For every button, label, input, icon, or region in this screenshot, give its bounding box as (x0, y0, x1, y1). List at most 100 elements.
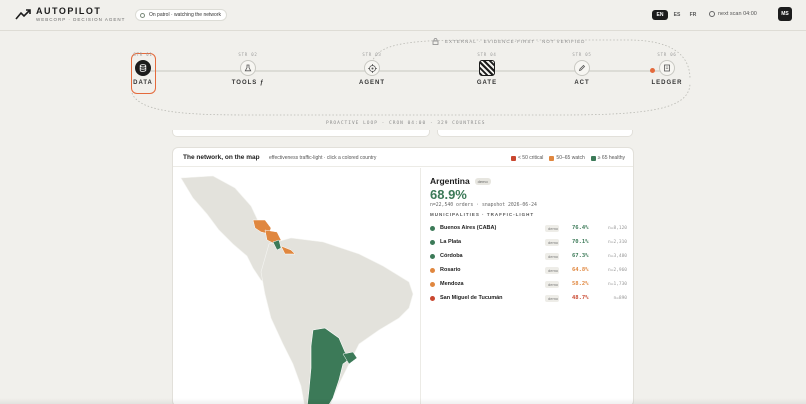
legend-healthy: ≥ 65 healthy (590, 155, 625, 161)
status-dot (430, 225, 435, 231)
step-data[interactable]: STR 01 DATA (121, 52, 165, 86)
status-dot (430, 239, 435, 245)
step-label: ACT (574, 80, 590, 86)
demo-tag: demo (545, 280, 559, 288)
proactive-loop-label: PROACTIVE LOOP · CRON 04:00 · 329 COUNTR… (326, 121, 486, 126)
card-title: The network, on the map (183, 154, 260, 161)
step-label: AGENT (359, 80, 385, 86)
brand-title: AUTOPILOT (36, 6, 102, 16)
legend-swatch (549, 155, 555, 161)
panel-divider (420, 168, 421, 404)
clock-icon (709, 11, 715, 17)
next-scan-text: next scan 04:00 (718, 11, 757, 17)
map-legend: < 50 critical 50–65 watch ≥ 65 healthy (510, 155, 625, 161)
municipality-pct: 58.2% (572, 281, 589, 287)
patrol-status-text: On patrol · watching the network (149, 12, 221, 18)
step-code: STR 02 (238, 52, 258, 57)
municipality-name: Mendoza (440, 281, 464, 287)
database-icon (135, 60, 151, 76)
collapsed-panel-left[interactable] (172, 130, 430, 137)
demo-tag: demo (545, 294, 559, 302)
municipality-pct: 48.7% (572, 295, 589, 301)
demo-tag: demo (545, 238, 559, 246)
logo-icon (15, 9, 31, 20)
network-map-card: The network, on the map effectiveness tr… (172, 147, 634, 404)
municipality-count: n=8,120 (608, 225, 627, 231)
legend-label: ≥ 65 healthy (597, 155, 625, 161)
municipality-count: n=2,960 (608, 267, 627, 273)
step-label: GATE (476, 80, 498, 86)
app-header: AUTOPILOT WEBCORP · DECISION AGENT On pa… (0, 0, 806, 30)
legend-watch: 50–65 watch (549, 155, 585, 161)
municipality-count: n=3,480 (608, 253, 627, 259)
lang-fr-button[interactable]: FR (686, 10, 700, 20)
country-meta: n=22,540 orders · snapshot 2026-06-24 (430, 203, 537, 208)
demo-tag: demo (545, 224, 559, 232)
municipality-name: Buenos Aires (CABA) (440, 225, 497, 231)
brand-subtitle: WEBCORP · DECISION AGENT (36, 17, 126, 22)
step-label: TOOLS ƒ (231, 80, 265, 86)
country-effectiveness: 68.9% (430, 187, 467, 202)
step-code: STR 04 (477, 52, 497, 57)
municipality-name: Córdoba (440, 253, 463, 259)
country-name: Argentina (430, 176, 470, 186)
user-avatar[interactable]: MS (778, 7, 792, 21)
step-code: STR 01 (133, 52, 153, 57)
municipality-row[interactable]: Mendoza demo 58.2% n=1,730 (430, 277, 630, 291)
municipality-pct: 67.3% (572, 253, 589, 259)
striped-gate-icon (479, 60, 495, 76)
municipality-row[interactable]: La Plata demo 70.1% n=2,310 (430, 235, 630, 249)
municipality-name: Rosario (440, 267, 461, 273)
patrol-status-pill[interactable]: On patrol · watching the network (135, 9, 227, 21)
step-gate[interactable]: STR 04 GATE (465, 52, 509, 86)
step-code: STR 06 (657, 52, 677, 57)
municipality-count: n=1,730 (608, 281, 627, 287)
next-scan: next scan 04:00 (709, 11, 757, 17)
municipality-pct: 64.8% (572, 267, 589, 273)
status-dot-icon (140, 12, 145, 18)
step-ledger[interactable]: STR 06 LEDGER (645, 52, 689, 86)
municipality-row[interactable]: Buenos Aires (CABA) demo 76.4% n=8,120 (430, 221, 630, 235)
step-agent[interactable]: STR 03 AGENT (350, 52, 394, 86)
step-act[interactable]: STR 05 ACT (560, 52, 604, 86)
americas-map (180, 175, 414, 404)
status-dot (430, 253, 435, 259)
external-label-text: EXTERNAL · EVIDENCE-FIRST · NOT VERIFIED (445, 39, 586, 44)
bottom-fade (0, 398, 806, 404)
demo-tag: demo (474, 177, 491, 185)
municipality-row[interactable]: Córdoba demo 67.3% n=3,480 (430, 249, 630, 263)
demo-tag: demo (545, 266, 559, 274)
legend-label: 50–65 watch (556, 155, 585, 161)
step-code: STR 05 (572, 52, 592, 57)
scroll-icon (659, 60, 675, 76)
card-header: The network, on the map effectiveness tr… (173, 148, 633, 167)
step-label: DATA (133, 80, 153, 86)
pen-icon (574, 60, 590, 76)
demo-tag: demo (545, 252, 559, 260)
lang-es-button[interactable]: ES (670, 10, 684, 20)
external-evidence-label: EXTERNAL · EVIDENCE-FIRST · NOT VERIFIED (432, 38, 585, 45)
legend-swatch (590, 155, 596, 161)
card-subtitle: effectiveness traffic-light · click a co… (269, 155, 377, 161)
municipality-row[interactable]: San Miguel de Tucumán demo 48.7% n=890 (430, 291, 630, 305)
lang-en-button[interactable]: EN (652, 10, 668, 20)
municipalities-list: Buenos Aires (CABA) demo 76.4% n=8,120 L… (430, 221, 630, 305)
municipality-pct: 70.1% (572, 239, 589, 245)
municipality-pct: 76.4% (572, 225, 589, 231)
target-icon (364, 60, 380, 76)
step-label: LEDGER (651, 80, 683, 86)
municipalities-label: MUNICIPALITIES · TRAFFIC-LIGHT (430, 212, 535, 217)
municipality-name: San Miguel de Tucumán (440, 295, 503, 301)
collapsed-panel-right[interactable] (437, 130, 633, 137)
legend-critical: < 50 critical (510, 155, 543, 161)
status-dot (430, 267, 435, 273)
legend-swatch (510, 155, 516, 161)
municipality-count: n=2,310 (608, 239, 627, 245)
municipality-name: La Plata (440, 239, 462, 245)
step-tools[interactable]: STR 02 TOOLS ƒ (226, 52, 270, 86)
municipality-count: n=890 (613, 295, 627, 301)
municipality-row[interactable]: Rosario demo 64.8% n=2,960 (430, 263, 630, 277)
step-code: STR 03 (362, 52, 382, 57)
flask-icon (240, 60, 256, 76)
status-dot (430, 295, 435, 301)
